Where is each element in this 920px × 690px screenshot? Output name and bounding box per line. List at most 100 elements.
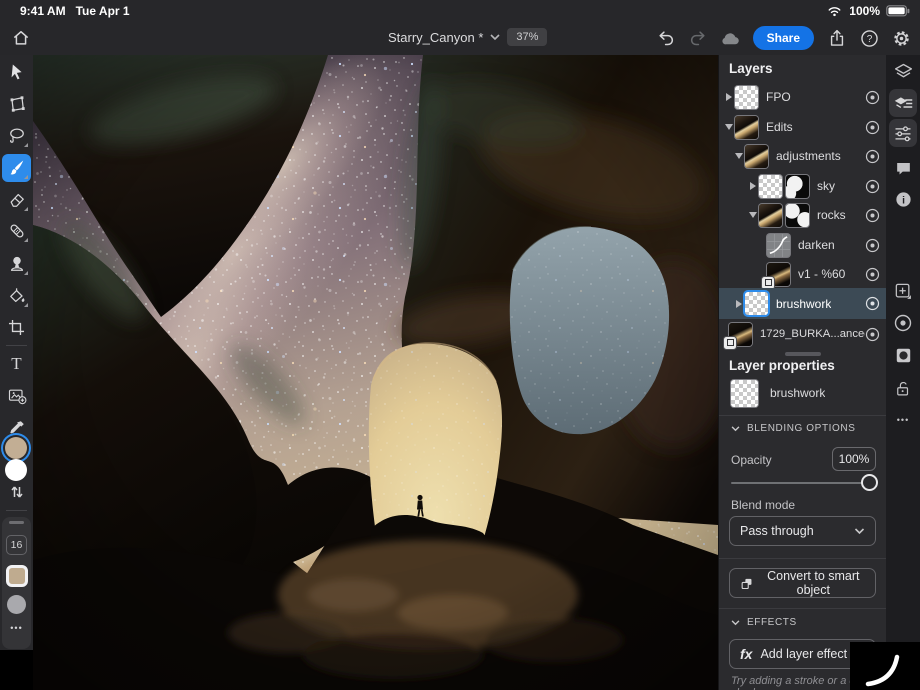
layer-visibility-toggle[interactable] bbox=[865, 179, 880, 194]
layer-visibility-toggle[interactable] bbox=[865, 238, 880, 253]
layer-row-fpo[interactable]: FPO bbox=[719, 82, 886, 112]
export-button[interactable] bbox=[824, 25, 850, 51]
divider bbox=[719, 415, 886, 416]
help-button[interactable]: ? bbox=[856, 25, 882, 51]
chevron-down-icon bbox=[731, 426, 740, 432]
foreground-color-swatch[interactable] bbox=[5, 437, 27, 459]
disclosure-expanded-icon[interactable] bbox=[747, 212, 759, 218]
eye-icon bbox=[893, 313, 913, 333]
layer-thumbnail[interactable] bbox=[735, 116, 758, 139]
type-tool[interactable]: T bbox=[2, 350, 31, 378]
opacity-value[interactable]: 100% bbox=[832, 447, 876, 471]
toolbar-divider bbox=[6, 345, 27, 346]
stamp-icon bbox=[7, 254, 27, 274]
smart-object-thumbnail[interactable] bbox=[729, 323, 752, 346]
settings-button[interactable] bbox=[888, 25, 914, 51]
layer-mask-button[interactable] bbox=[889, 341, 917, 369]
opacity-slider-knob[interactable] bbox=[861, 474, 878, 491]
canvas[interactable] bbox=[33, 55, 718, 690]
blend-mode-dropdown[interactable]: Pass through bbox=[729, 516, 876, 546]
disclosure-expanded-icon[interactable] bbox=[723, 124, 735, 130]
layer-thumbnail[interactable] bbox=[745, 145, 768, 168]
layers-detail-view-button[interactable] bbox=[889, 89, 917, 117]
document-title-dropdown[interactable]: Starry_Canyon * 37% bbox=[388, 28, 547, 46]
blend-mode-label: Blend mode bbox=[731, 498, 795, 512]
layer-thumbnail[interactable] bbox=[759, 204, 782, 227]
eraser-tool[interactable] bbox=[2, 186, 31, 214]
healing-brush-tool[interactable] bbox=[2, 217, 31, 245]
layer-visibility-toggle[interactable] bbox=[865, 120, 880, 135]
home-button[interactable] bbox=[8, 25, 34, 51]
background-color-swatch[interactable] bbox=[5, 459, 27, 481]
disclosure-collapsed-icon[interactable] bbox=[723, 93, 735, 101]
adjustment-layer-thumbnail[interactable] bbox=[767, 234, 790, 257]
tool-options-handle[interactable] bbox=[2, 521, 31, 524]
more-options-button[interactable]: ••• bbox=[889, 406, 917, 434]
disclosure-collapsed-icon[interactable] bbox=[733, 300, 745, 308]
fill-tool[interactable] bbox=[2, 282, 31, 310]
effects-header[interactable]: EFFECTS bbox=[731, 617, 797, 628]
layers-compact-view-button[interactable] bbox=[889, 57, 917, 85]
panel-resize-handle[interactable] bbox=[785, 352, 821, 356]
layers-panel-title: Layers bbox=[729, 61, 773, 76]
brush-size-value[interactable]: 16 bbox=[2, 532, 31, 558]
layer-mask-thumbnail[interactable] bbox=[786, 204, 809, 227]
smart-object-icon bbox=[740, 575, 754, 592]
convert-to-smart-object-button[interactable]: Convert to smart object bbox=[729, 568, 876, 598]
photoshop-ipad-app: 9:41 AM Tue Apr 1 100% Starry_Canyon * 3… bbox=[0, 0, 920, 690]
share-button[interactable]: Share bbox=[753, 26, 814, 50]
toggle-visibility-button[interactable] bbox=[889, 309, 917, 337]
layer-visibility-toggle[interactable] bbox=[865, 149, 880, 164]
disclosure-expanded-icon[interactable] bbox=[733, 153, 745, 159]
swap-colors-button[interactable] bbox=[2, 481, 31, 503]
layer-visibility-toggle[interactable] bbox=[865, 208, 880, 223]
lasso-tool[interactable] bbox=[2, 122, 31, 150]
tool-options-group: 16 ••• bbox=[2, 517, 31, 649]
clone-stamp-tool[interactable] bbox=[2, 250, 31, 278]
info-button[interactable]: i bbox=[889, 185, 917, 213]
layer-row-adjustments[interactable]: adjustments bbox=[719, 141, 886, 171]
brush-tool[interactable] bbox=[2, 154, 31, 182]
layer-visibility-toggle[interactable] bbox=[865, 90, 880, 105]
more-tool-options-button[interactable]: ••• bbox=[2, 623, 31, 633]
layer-visibility-toggle[interactable] bbox=[865, 267, 880, 282]
redo-button[interactable] bbox=[685, 25, 711, 51]
layer-row-1729[interactable]: 1729_BURKA...anced-NR33 bbox=[719, 319, 886, 349]
layer-row-brushwork-selected[interactable]: brushwork bbox=[719, 288, 886, 319]
lock-layer-button[interactable] bbox=[889, 374, 917, 402]
brush-tip-preview[interactable] bbox=[2, 565, 31, 587]
blending-options-header[interactable]: BLENDING OPTIONS bbox=[731, 423, 856, 434]
zoom-level-badge[interactable]: 37% bbox=[507, 28, 547, 46]
layer-thumbnail[interactable] bbox=[759, 175, 782, 198]
crop-tool[interactable] bbox=[2, 313, 31, 341]
divider bbox=[719, 608, 886, 609]
layer-row-sky[interactable]: sky bbox=[719, 171, 886, 201]
comments-button[interactable] bbox=[889, 154, 917, 182]
disclosure-collapsed-icon[interactable] bbox=[747, 182, 759, 190]
move-tool[interactable] bbox=[2, 58, 31, 86]
layer-row-rocks[interactable]: rocks bbox=[719, 200, 886, 230]
brush-opacity-preview[interactable] bbox=[2, 595, 31, 614]
transform-tool[interactable] bbox=[2, 90, 31, 118]
layers-panel: Layers FPO Edits adjustments sky bbox=[718, 55, 886, 690]
layer-name: rocks bbox=[817, 208, 846, 222]
layer-thumbnail[interactable] bbox=[745, 292, 768, 315]
layer-mask-thumbnail[interactable] bbox=[786, 175, 809, 198]
layer-row-edits[interactable]: Edits bbox=[719, 112, 886, 142]
undo-button[interactable] bbox=[653, 25, 679, 51]
layer-row-darken[interactable]: darken bbox=[719, 230, 886, 260]
smart-object-thumbnail[interactable] bbox=[767, 263, 790, 286]
layer-name: 1729_BURKA...anced-NR33 bbox=[760, 328, 865, 340]
layer-visibility-toggle[interactable] bbox=[865, 327, 880, 342]
layer-visibility-toggle[interactable] bbox=[865, 296, 880, 311]
add-layer-button[interactable] bbox=[889, 277, 917, 305]
place-photo-tool[interactable] bbox=[2, 382, 31, 410]
properties-panel-button[interactable] bbox=[889, 119, 917, 147]
layer-row-v1[interactable]: v1 - %60 bbox=[719, 259, 886, 289]
fx-icon: fx bbox=[740, 646, 752, 662]
task-bar: i ••• bbox=[886, 55, 920, 690]
opacity-slider-track[interactable] bbox=[731, 482, 874, 484]
layer-thumbnail[interactable] bbox=[735, 86, 758, 109]
eye-icon bbox=[865, 238, 880, 253]
unlock-icon bbox=[894, 379, 912, 398]
